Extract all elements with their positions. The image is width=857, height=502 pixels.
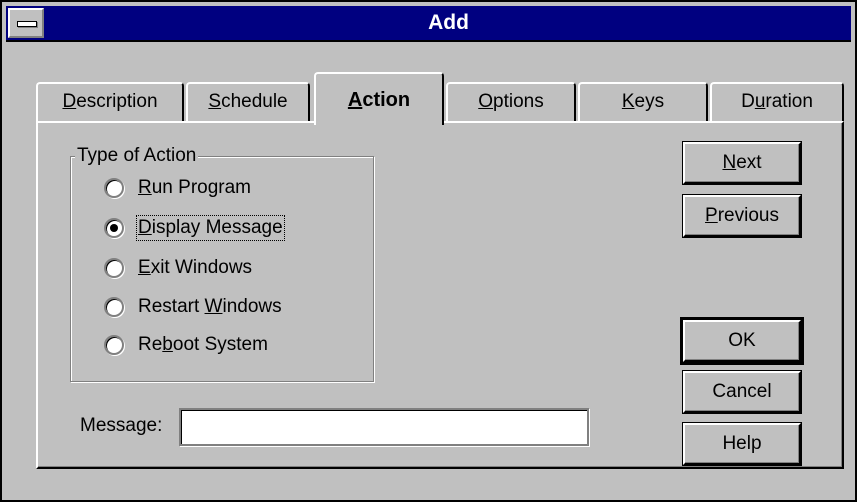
message-input[interactable] (179, 408, 589, 446)
system-menu-button[interactable] (8, 8, 44, 38)
radio-button-icon (104, 297, 124, 317)
radio-reboot-system[interactable]: Reboot System (104, 332, 268, 358)
tab-options[interactable]: Options (446, 82, 576, 122)
tab-keys[interactable]: Keys (578, 82, 708, 122)
cancel-button[interactable]: Cancel (683, 371, 801, 413)
radio-button-icon (104, 178, 124, 198)
add-dialog: Add Description Schedule Action Options … (0, 0, 857, 502)
radio-run-program[interactable]: Run Program (104, 175, 251, 201)
radio-button-icon (104, 258, 124, 278)
radio-restart-windows[interactable]: Restart Windows (104, 294, 282, 320)
group-label: Type of Action (75, 145, 199, 167)
ok-button[interactable]: OK (683, 320, 801, 362)
next-button[interactable]: Next (683, 142, 801, 184)
tab-action[interactable]: Action (314, 72, 444, 125)
previous-button[interactable]: Previous (683, 195, 801, 237)
title-bar: Add (6, 6, 851, 42)
radio-display-message[interactable]: Display Message (104, 215, 285, 241)
message-label: Message: (80, 415, 163, 436)
tab-duration[interactable]: Duration (710, 82, 844, 122)
radio-button-checked-icon (104, 218, 124, 238)
help-button[interactable]: Help (683, 423, 801, 465)
radio-button-icon (104, 335, 124, 355)
radio-exit-windows[interactable]: Exit Windows (104, 255, 252, 281)
tab-schedule[interactable]: Schedule (186, 82, 310, 122)
minus-icon (17, 21, 37, 27)
window-title: Add (428, 11, 469, 34)
tab-description[interactable]: Description (36, 82, 184, 122)
